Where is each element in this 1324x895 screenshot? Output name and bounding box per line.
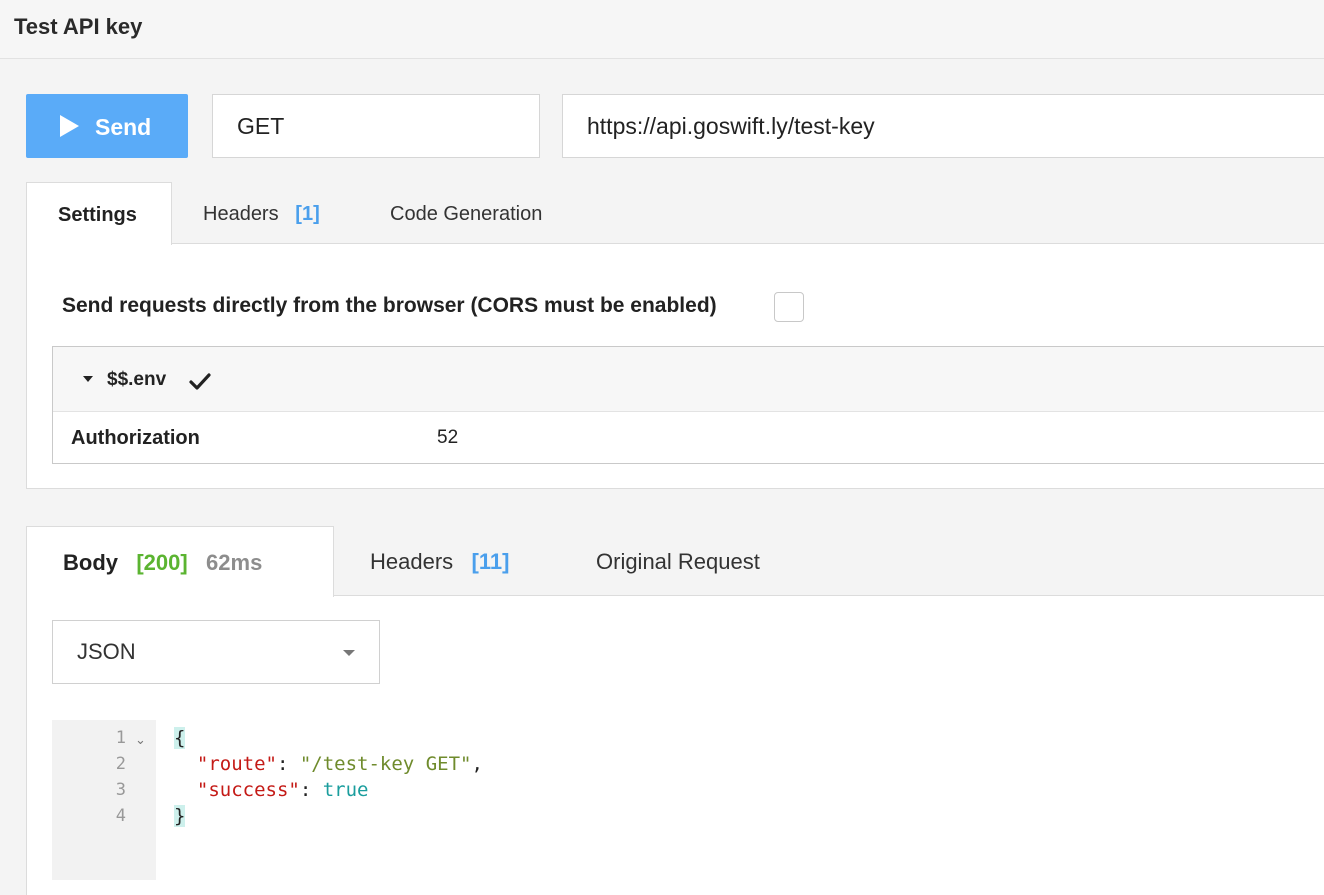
env-key: Authorization: [71, 427, 200, 449]
env-header[interactable]: $$.env: [53, 347, 1324, 412]
tab-original-request[interactable]: Original Request: [580, 534, 800, 590]
line-number: 1: [115, 728, 126, 748]
tab-code-generation[interactable]: Code Generation: [378, 190, 568, 238]
cors-label: Send requests directly from the browser …: [62, 294, 717, 317]
line-number: 2: [115, 754, 126, 774]
env-section: $$.env Authorization 52: [52, 346, 1324, 464]
tab-body[interactable]: Body [200] 62ms: [26, 526, 334, 597]
play-icon: [60, 115, 79, 137]
code-key-route: "route": [196, 753, 277, 775]
response-time: 62ms: [206, 550, 263, 575]
tab-settings-label: Settings: [58, 204, 137, 226]
code-value-success: true: [322, 779, 369, 801]
check-icon: [189, 373, 211, 390]
code-value-route: "/test-key GET": [299, 753, 472, 775]
send-button[interactable]: Send: [26, 94, 188, 158]
status-code-badge: [200]: [136, 550, 188, 575]
cors-checkbox[interactable]: [774, 292, 804, 322]
request-headers-count: [1]: [295, 203, 320, 225]
tab-request-headers[interactable]: Headers [1]: [190, 190, 340, 238]
env-name: $$.env: [107, 369, 167, 390]
url-input[interactable]: https://api.goswift.ly/test-key: [562, 94, 1324, 158]
tab-request-headers-label: Headers [1]: [203, 203, 320, 225]
code-line: }: [174, 805, 186, 827]
line-number: 3: [115, 780, 126, 800]
env-value: 52: [437, 427, 459, 448]
code-line: "route": "/test-key GET",: [196, 753, 483, 775]
send-button-label: Send: [95, 114, 152, 140]
code-line: {: [174, 727, 186, 749]
page-header: Test API key: [0, 0, 1324, 59]
line-number: 4: [115, 806, 126, 826]
format-select-value: JSON: [77, 639, 136, 664]
tab-response-headers[interactable]: Headers [11]: [352, 534, 542, 590]
format-select[interactable]: JSON: [52, 620, 380, 684]
tab-settings[interactable]: Settings: [26, 182, 172, 245]
page-title: Test API key: [14, 14, 143, 39]
code-brace-open: {: [174, 727, 186, 749]
tab-code-generation-label: Code Generation: [390, 203, 543, 225]
method-select[interactable]: GET: [212, 94, 540, 158]
code-brace-close: }: [174, 805, 186, 827]
tab-response-headers-label: Headers [11]: [370, 549, 510, 574]
chevron-down-icon: [343, 650, 355, 656]
code-key-success: "success": [196, 779, 300, 801]
fold-icon[interactable]: ⌄: [135, 732, 146, 748]
caret-down-icon[interactable]: [83, 376, 93, 382]
tab-original-request-label: Original Request: [596, 549, 760, 574]
response-headers-count: [11]: [471, 549, 510, 574]
tab-body-label: Body [200] 62ms: [63, 550, 263, 575]
code-line: "success": true: [196, 779, 369, 801]
